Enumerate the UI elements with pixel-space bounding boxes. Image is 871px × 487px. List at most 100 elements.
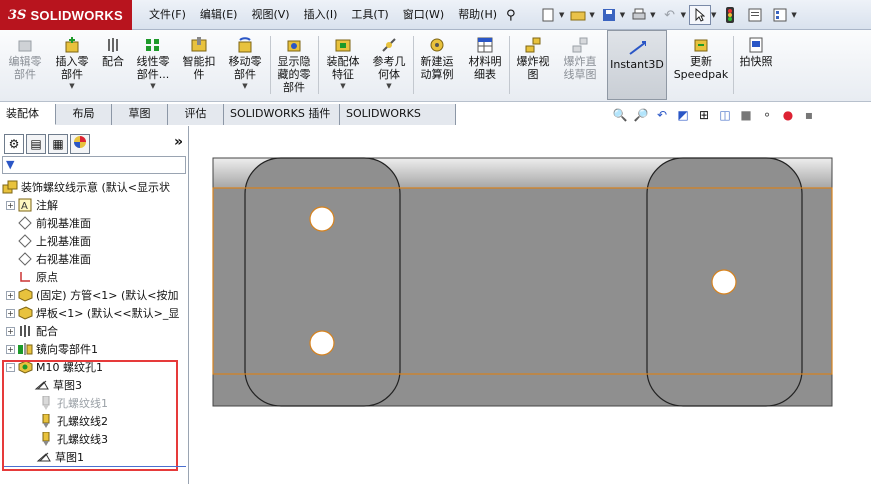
tree-item-right-plane[interactable]: 右视基准面 [6,250,195,268]
mates-icon [17,323,33,339]
weld-plate-left[interactable] [244,157,401,407]
chevron-down-icon[interactable]: ▼ [589,11,594,19]
select-cursor-icon[interactable] [688,5,711,25]
reference-geometry-button[interactable]: 参考几 何体 ▼ [368,32,410,100]
take-snapshot-button[interactable]: 拍快照 [736,32,776,100]
cmd-label: 配合 [102,55,124,68]
exploded-view-button[interactable]: 爆炸视 图 [512,32,554,100]
tree-label: 前视基准面 [36,217,91,230]
graphics-area[interactable] [190,126,871,484]
hole-3[interactable] [711,269,737,295]
tree-item-square-tube[interactable]: + (固定) 方管<1> (默认<按加 [6,286,195,304]
cmd-label: 移动零 部件 [228,55,262,81]
expand-icon[interactable]: + [6,308,15,318]
instant3d-button[interactable]: Instant3D [607,30,667,100]
chevron-down-icon[interactable]: ▼ [242,82,247,90]
pin-icon[interactable]: ⚲ [506,8,516,23]
expand-icon[interactable]: + [6,326,15,336]
menu-help[interactable]: 帮助(H) [451,0,504,30]
edit-component-button[interactable]: 编辑零 部件 [4,32,46,100]
tree-item-assembly[interactable]: 装饰螺纹线示意 (默认<显示状 [2,178,191,196]
chevron-down-icon[interactable]: ▼ [620,11,625,19]
tree-item-annotations[interactable]: + A 注解 [6,196,195,214]
menu-file[interactable]: 文件(F) [142,0,193,30]
filter-icon[interactable]: ▼ [6,158,14,171]
assembly-feature-button[interactable]: 装配体 特征 ▼ [321,32,365,100]
expand-icon[interactable]: + [6,290,15,300]
explode-line-sketch-button[interactable]: 爆炸直 线草图 [558,32,602,100]
menu-tools[interactable]: 工具(T) [344,0,395,30]
cmd-label: 参考几 何体 [372,55,406,81]
bill-of-materials-button[interactable]: 材料明 细表 [464,32,506,100]
logo-mark: 3S [8,7,27,23]
chevron-down-icon[interactable]: ▼ [386,82,391,90]
save-icon[interactable] [598,5,620,25]
menu-view[interactable]: 视图(V) [244,0,296,30]
expand-icon[interactable]: + [6,344,15,354]
chevron-down-icon[interactable]: ▼ [791,11,796,19]
tab-addins[interactable]: SOLIDWORKS 插件 [224,104,340,125]
tree-item-front-plane[interactable]: 前视基准面 [6,214,195,232]
property-manager-tab-icon[interactable]: ▤ [26,134,46,154]
chevron-down-icon[interactable]: ▼ [150,82,155,90]
chevron-down-icon[interactable]: ▼ [340,82,345,90]
rebuild-icon[interactable] [719,5,741,25]
chevron-down-icon[interactable]: ▼ [559,11,564,19]
show-hidden-icon [285,36,303,54]
tree-label: 焊板<1> (默认<<默认>_显 [36,307,180,320]
cmd-label: 爆炸直 线草图 [563,55,597,81]
tab-sketch[interactable]: 草图 [112,104,168,125]
open-folder-icon[interactable] [567,5,589,25]
mate-button[interactable]: 配合 [98,32,128,100]
tree-label: 右视基准面 [36,253,91,266]
tree-item-top-plane[interactable]: 上视基准面 [6,232,195,250]
chevron-down-icon[interactable]: ▼ [650,11,655,19]
solidworks-logo[interactable]: 3S SOLIDWORKS [0,0,132,30]
cmd-label: 线性零 部件... [136,55,170,81]
hole-2[interactable] [309,330,335,356]
quick-access-toolbar: ▼ ▼ ▼ ▼ ↶ ▼ ▼ ▼ [537,4,797,26]
part-icon [17,305,33,321]
new-motion-study-button[interactable]: 新建运 动算例 [416,32,458,100]
tab-evaluate[interactable]: 评估 [168,104,224,125]
chevron-down-icon[interactable]: ▼ [711,11,716,19]
hole-1[interactable] [309,206,335,232]
smart-fastener-button[interactable]: 智能扣 件 [178,32,220,100]
tree-item-weld-plate[interactable]: + 焊板<1> (默认<<默认>_显 [6,304,195,322]
command-manager: 编辑零 部件 插入零 部件 ▼ 配合 线性零 部件... ▼ 智能扣 件 移动零… [0,30,871,102]
chevron-down-icon[interactable]: ▼ [69,82,74,90]
tab-layout[interactable]: 布局 [56,104,112,125]
tree-item-mirror-component[interactable]: + 镜向零部件1 [6,340,195,358]
tree-item-origin[interactable]: 原点 [6,268,195,286]
options-icon[interactable] [769,5,791,25]
chevron-down-icon[interactable]: ▼ [681,11,686,19]
show-hidden-components-button[interactable]: 显示隐 藏的零 部件 [273,32,315,100]
menu-edit[interactable]: 编辑(E) [193,0,245,30]
insert-component-button[interactable]: 插入零 部件 ▼ [50,32,94,100]
configuration-manager-tab-icon[interactable]: ▦ [48,134,68,154]
print-icon[interactable] [628,5,650,25]
menu-window[interactable]: 窗口(W) [396,0,451,30]
mate-icon [104,36,122,54]
mirror-icon [17,341,33,357]
exploded-view-icon [524,36,542,54]
rollback-bar[interactable] [4,466,186,467]
more-tabs-icon[interactable]: » [174,134,183,150]
tree-label: 原点 [36,271,58,284]
tab-mbd[interactable]: SOLIDWORKS MBD [340,104,456,140]
new-document-icon[interactable] [537,5,559,25]
move-component-button[interactable]: 移动零 部件 ▼ [224,32,266,100]
file-properties-icon[interactable] [744,5,766,25]
model-view[interactable] [190,126,871,484]
tab-assembly[interactable]: 装配体 [0,104,56,125]
tree-item-mates[interactable]: + 配合 [6,322,195,340]
cmd-label: 材料明 细表 [468,55,502,81]
undo-icon[interactable]: ↶ [659,5,681,25]
update-speedpak-button[interactable]: 更新 Speedpak [672,32,730,100]
feature-manager-tab-icon[interactable]: ⚙ [4,134,24,154]
linear-pattern-button[interactable]: 线性零 部件... ▼ [132,32,174,100]
filter-field[interactable]: ▼ [2,156,186,174]
display-manager-tab-icon[interactable] [70,134,90,154]
expand-icon[interactable]: + [6,200,15,210]
menu-insert[interactable]: 插入(I) [297,0,345,30]
